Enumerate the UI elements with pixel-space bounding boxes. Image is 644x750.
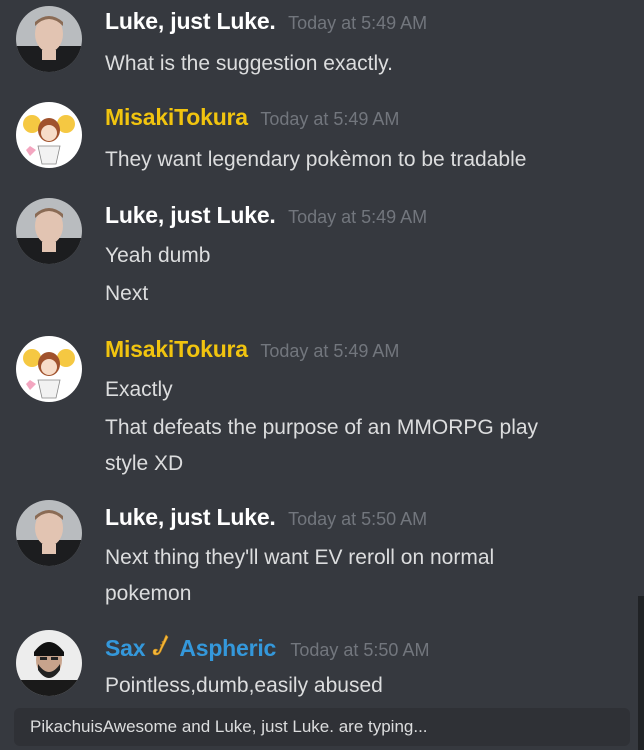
- message-text: Pointless,dumb,easily abused: [105, 674, 383, 697]
- timestamp: Today at 5:49 AM: [260, 109, 400, 129]
- typing-indicator-text: PikachuisAwesome and Luke, just Luke. ar…: [30, 717, 428, 736]
- message-text: What is the suggestion exactly.: [105, 52, 393, 75]
- message-text: Yeah dumb: [105, 244, 211, 267]
- username-part: Sax: [105, 635, 146, 661]
- username[interactable]: MisakiTokura: [105, 336, 248, 362]
- username[interactable]: Luke, just Luke.: [105, 504, 276, 530]
- message-text: style XD: [105, 452, 184, 475]
- username[interactable]: Luke, just Luke.: [105, 202, 276, 228]
- avatar[interactable]: [16, 500, 82, 566]
- message-text: That defeats the purpose of an MMORPG pl…: [105, 416, 539, 439]
- username-part: Aspheric: [179, 635, 277, 661]
- username[interactable]: MisakiTokura: [105, 104, 248, 130]
- avatar[interactable]: [16, 336, 82, 402]
- username[interactable]: Sax Aspheric: [105, 634, 282, 661]
- saxophone-icon: [151, 634, 173, 656]
- message-text: Exactly: [105, 378, 173, 401]
- typing-indicator: PikachuisAwesome and Luke, just Luke. ar…: [14, 708, 630, 746]
- avatar[interactable]: [16, 6, 82, 72]
- message-text: Next thing they'll want EV reroll on nor…: [105, 546, 495, 569]
- message-text: pokemon: [105, 582, 192, 605]
- message-text: Next: [105, 282, 149, 305]
- avatar[interactable]: [16, 630, 82, 696]
- timestamp: Today at 5:49 AM: [260, 341, 400, 361]
- timestamp: Today at 5:50 AM: [288, 509, 428, 529]
- avatar[interactable]: [16, 198, 82, 264]
- scrollbar-thumb[interactable]: [638, 596, 644, 750]
- timestamp: Today at 5:49 AM: [288, 13, 428, 33]
- username[interactable]: Luke, just Luke.: [105, 8, 276, 34]
- timestamp: Today at 5:49 AM: [288, 207, 428, 227]
- timestamp: Today at 5:50 AM: [290, 640, 430, 660]
- avatar[interactable]: [16, 102, 82, 168]
- message-text: They want legendary pokèmon to be tradab…: [105, 148, 527, 171]
- chat-message-list: Luke, just Luke. Today at 5:49 AM What i…: [0, 0, 644, 750]
